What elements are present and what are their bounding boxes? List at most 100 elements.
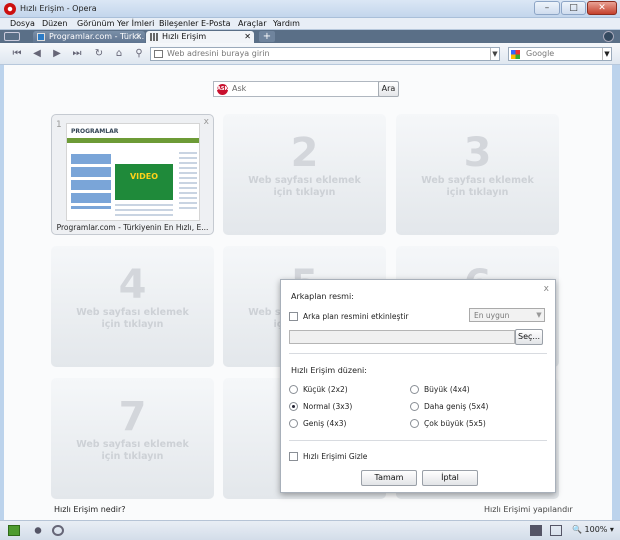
hide-speed-dial-checkbox[interactable] bbox=[289, 452, 298, 461]
layout-label-wide: Geniş (4x3) bbox=[303, 419, 347, 428]
layout-radio-large[interactable] bbox=[410, 385, 419, 394]
turbo-icon[interactable] bbox=[52, 525, 64, 536]
background-image-path-input[interactable] bbox=[289, 330, 515, 344]
menu-view[interactable]: Görünüm bbox=[77, 19, 114, 28]
tab-speed-dial[interactable]: Hızlı Erişim ✕ bbox=[146, 31, 254, 43]
layout-label-wider: Daha geniş (5x4) bbox=[424, 402, 489, 411]
tile-number: 3 bbox=[463, 130, 492, 176]
title-bar: Hızlı Erişim - Opera – □ ✕ bbox=[0, 0, 620, 18]
layout-radio-small[interactable] bbox=[289, 385, 298, 394]
layout-label-normal: Normal (3x3) bbox=[303, 402, 353, 411]
speed-dial-search-input[interactable]: ASK Ask bbox=[213, 81, 379, 97]
speed-dial-tile-7[interactable]: 7 Web sayfası eklemek için tıklayın bbox=[51, 378, 214, 499]
menu-mail[interactable]: E-Posta bbox=[201, 19, 231, 28]
thumbnail-hero-text: VIDEO bbox=[129, 172, 159, 181]
layout-label-large: Büyük (4x4) bbox=[424, 385, 470, 394]
search-dropdown-icon[interactable]: ▼ bbox=[602, 48, 611, 60]
close-window-button[interactable]: ✕ bbox=[587, 1, 617, 15]
hide-speed-dial-label: Hızlı Erişimi Gizle bbox=[303, 452, 368, 461]
speed-dial-grid-icon bbox=[150, 33, 158, 41]
reload-icon[interactable]: ↻ bbox=[92, 47, 106, 61]
speed-dial-tile-1[interactable]: 1 x PROGRAMLAR VIDEO Programlar.com - Tü… bbox=[51, 114, 214, 235]
home-icon[interactable]: ⌂ bbox=[112, 47, 126, 61]
zoom-value: 100% bbox=[584, 525, 608, 534]
menu-bookmarks[interactable]: Yer İmleri bbox=[117, 19, 154, 28]
layout-radio-normal[interactable] bbox=[289, 402, 298, 411]
layout-heading: Hızlı Erişim düzeni: bbox=[291, 366, 367, 375]
window-title: Hızlı Erişim - Opera bbox=[20, 4, 97, 13]
tile-add-label: Web sayfası eklemek için tıklayın bbox=[248, 175, 361, 198]
closed-tabs-icon[interactable] bbox=[603, 31, 614, 42]
layout-radio-xlarge[interactable] bbox=[410, 419, 419, 428]
menu-tools[interactable]: Araçlar bbox=[238, 19, 266, 28]
menu-file[interactable]: Dosya bbox=[10, 19, 35, 28]
dialog-close-icon[interactable]: x bbox=[544, 284, 549, 294]
ask-icon: ASK bbox=[217, 84, 228, 95]
tile-number: 2 bbox=[290, 130, 319, 176]
background-fit-select[interactable]: En uygun ▼ bbox=[469, 308, 545, 322]
new-tab-button[interactable]: + bbox=[259, 31, 275, 42]
search-placeholder: Ask bbox=[232, 84, 247, 93]
network-icon[interactable] bbox=[32, 525, 44, 536]
background-heading: Arkaplan resmi: bbox=[291, 292, 354, 301]
background-enable-label: Arka plan resmini etkinleştir bbox=[303, 312, 409, 321]
tab-close-icon[interactable]: ✕ bbox=[244, 31, 251, 42]
back-icon[interactable]: ◀ bbox=[30, 47, 44, 61]
favicon-icon bbox=[37, 33, 45, 41]
view-toggle-icon[interactable] bbox=[550, 525, 562, 536]
tab-label: Programlar.com - Türki... bbox=[49, 32, 145, 41]
tab-bar: Programlar.com - Türki... ✕ Hızlı Erişim… bbox=[0, 30, 620, 43]
speed-dial-config-dialog: x Arkaplan resmi: Arka plan resmini etki… bbox=[280, 279, 556, 493]
background-enable-checkbox[interactable] bbox=[289, 312, 298, 321]
menu-widgets[interactable]: Bileşenler bbox=[159, 19, 198, 28]
unite-icon[interactable] bbox=[8, 525, 20, 536]
status-bar: 🔍 100% ▾ bbox=[0, 520, 620, 540]
tile-caption: Programlar.com - Türkiyenin En Hızlı, E.… bbox=[56, 223, 209, 232]
rewind-icon[interactable]: ⏮ bbox=[10, 47, 24, 61]
address-placeholder: Web adresini buraya girin bbox=[167, 49, 270, 58]
forward-icon[interactable]: ▶ bbox=[50, 47, 64, 61]
menu-help[interactable]: Yardım bbox=[273, 19, 300, 28]
address-bar[interactable]: Web adresini buraya girin ▼ bbox=[150, 47, 500, 61]
navigation-toolbar: ⏮ ◀ ▶ ⏭ ↻ ⌂ ⚲ Web adresini buraya girin … bbox=[0, 43, 620, 65]
speed-dial-tile-2[interactable]: 2 Web sayfası eklemek için tıklayın bbox=[223, 114, 386, 235]
choose-image-button[interactable]: Seç... bbox=[515, 329, 543, 345]
tile-close-icon[interactable]: x bbox=[204, 117, 209, 127]
layout-radio-wider[interactable] bbox=[410, 402, 419, 411]
cancel-button[interactable]: İptal bbox=[422, 470, 478, 486]
select-arrow-icon: ▼ bbox=[536, 311, 542, 319]
tab-close-icon[interactable]: ✕ bbox=[135, 31, 142, 42]
layout-radio-wide[interactable] bbox=[289, 419, 298, 428]
tile-add-label: Web sayfası eklemek için tıklayın bbox=[421, 175, 534, 198]
menu-edit[interactable]: Düzen bbox=[42, 19, 67, 28]
speed-dial-settings-icon[interactable] bbox=[530, 525, 542, 536]
search-box[interactable]: Google ▼ bbox=[508, 47, 612, 61]
tile-thumbnail: PROGRAMLAR VIDEO bbox=[66, 123, 200, 221]
page-icon bbox=[154, 50, 163, 58]
tile-number: 1 bbox=[56, 120, 62, 130]
tile-add-label: Web sayfası eklemek için tıklayın bbox=[76, 307, 189, 330]
search-button[interactable]: Ara bbox=[378, 81, 399, 97]
speed-dial-tile-4[interactable]: 4 Web sayfası eklemek için tıklayın bbox=[51, 246, 214, 367]
zoom-level[interactable]: 🔍 100% ▾ bbox=[572, 525, 616, 537]
panel-toggle-icon[interactable] bbox=[4, 32, 20, 41]
layout-label-xlarge: Çok büyük (5x5) bbox=[424, 419, 486, 428]
menu-bar: Dosya Düzen Görünüm Yer İmleri Bileşenle… bbox=[0, 18, 620, 30]
address-dropdown-icon[interactable]: ▼ bbox=[490, 48, 499, 60]
google-icon[interactable] bbox=[511, 50, 520, 59]
thumbnail-brand: PROGRAMLAR bbox=[71, 128, 119, 135]
ok-button[interactable]: Tamam bbox=[361, 470, 417, 486]
tile-add-label: Web sayfası eklemek için tıklayın bbox=[76, 439, 189, 462]
minimize-button[interactable]: – bbox=[534, 1, 560, 15]
wand-icon[interactable]: ⚲ bbox=[132, 47, 146, 61]
fast-forward-icon[interactable]: ⏭ bbox=[70, 47, 84, 61]
configure-speed-dial-link[interactable]: Hızlı Erişimi yapılandır bbox=[484, 505, 573, 514]
tab-programlar[interactable]: Programlar.com - Türki... ✕ bbox=[33, 31, 145, 43]
maximize-button[interactable]: □ bbox=[561, 1, 586, 15]
speed-dial-tile-3[interactable]: 3 Web sayfası eklemek için tıklayın bbox=[396, 114, 559, 235]
tile-number: 7 bbox=[118, 394, 147, 440]
layout-label-small: Küçük (2x2) bbox=[303, 385, 348, 394]
search-engine-label: Google bbox=[526, 49, 555, 58]
speed-dial-help-link[interactable]: Hızlı Erişim nedir? bbox=[54, 505, 126, 514]
opera-logo-icon[interactable] bbox=[4, 3, 16, 15]
